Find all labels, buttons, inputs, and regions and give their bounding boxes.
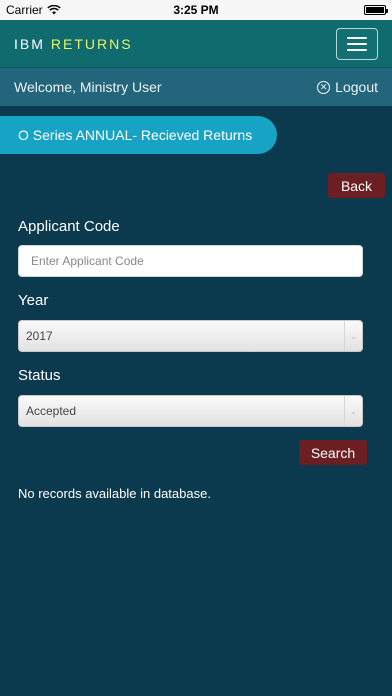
battery-icon [364, 5, 388, 15]
status-label: Status [18, 367, 61, 384]
logout-button[interactable]: ✕ Logout [317, 79, 378, 95]
year-label: Year [18, 292, 49, 309]
chevron-down-icon: ⌄ [344, 396, 362, 426]
applicant-code-label: Applicant Code [18, 218, 120, 235]
brand-ibm: IBM [14, 35, 45, 52]
year-selected-value: 2017 [26, 329, 53, 343]
year-select[interactable]: 2017 ⌄ [18, 320, 363, 352]
logout-label: Logout [335, 79, 378, 95]
search-button[interactable]: Search [299, 440, 367, 465]
wifi-icon [46, 5, 61, 15]
carrier-label: Carrier [6, 3, 43, 17]
chevron-down-icon: ⌄ [344, 321, 362, 351]
status-left: Carrier [6, 3, 61, 17]
close-circle-icon: ✕ [317, 80, 331, 94]
welcome-bar: Welcome, Ministry User ✕ Logout [0, 68, 392, 106]
brand-returns: RETURNS [50, 35, 133, 52]
hamburger-menu-button[interactable] [336, 27, 378, 60]
welcome-text: Welcome, Ministry User [14, 79, 162, 95]
applicant-code-input[interactable]: Enter Applicant Code [18, 245, 363, 277]
empty-results-message: No records available in database. [18, 486, 211, 501]
app-header: IBM RETURNS [0, 20, 392, 68]
status-select[interactable]: Accepted ⌄ [18, 395, 363, 427]
page-title: O Series ANNUAL- Recieved Returns [0, 116, 277, 154]
ios-status-bar: Carrier 3:25 PM [0, 0, 392, 20]
status-selected-value: Accepted [26, 404, 77, 418]
back-button[interactable]: Back [328, 173, 385, 198]
hamburger-menu-icon [347, 36, 367, 39]
app-logo: IBM RETURNS [14, 36, 133, 52]
